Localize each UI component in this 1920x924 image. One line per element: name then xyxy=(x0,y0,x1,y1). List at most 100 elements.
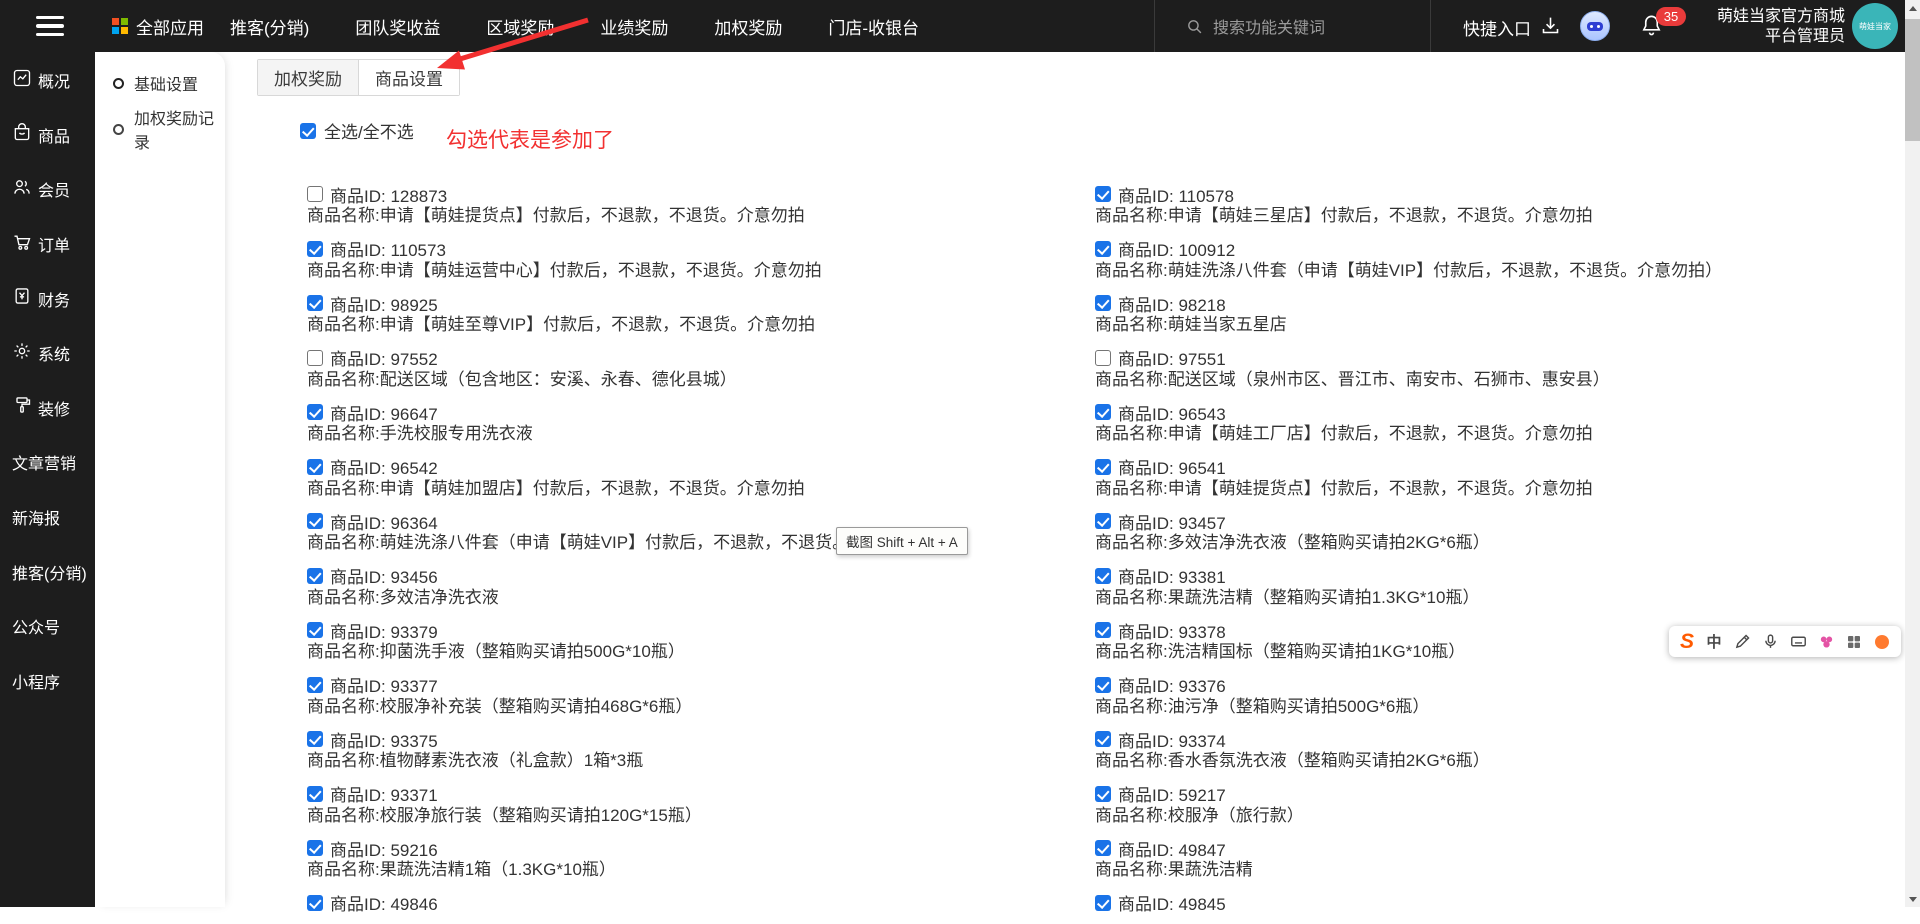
product-checkbox[interactable] xyxy=(307,350,323,366)
grid-icon[interactable] xyxy=(1845,632,1863,652)
sogou-logo-icon[interactable]: S xyxy=(1679,632,1695,652)
product-checkbox[interactable] xyxy=(1095,677,1111,693)
product-checkbox[interactable] xyxy=(1095,459,1111,475)
nav-tuike-distribution[interactable]: 推客(分销) xyxy=(230,14,309,39)
nav-team-reward[interactable]: 团队奖收益 xyxy=(355,14,440,39)
settings-dot-icon[interactable] xyxy=(1873,632,1891,652)
vertical-scrollbar[interactable] xyxy=(1905,0,1920,907)
product-checkbox[interactable] xyxy=(1095,622,1111,638)
product-item: 商品ID: 93457商品名称:多效洁净洗衣液（整箱购买请拍2KG*6瓶） xyxy=(1095,510,1722,554)
subsidebar-item-basic-settings[interactable]: 基础设置 xyxy=(95,60,225,106)
scrollbar-thumb[interactable] xyxy=(1905,19,1920,141)
product-checkbox[interactable] xyxy=(1095,350,1111,366)
chinese-mode-icon[interactable]: 中 xyxy=(1705,632,1723,652)
product-checkbox[interactable] xyxy=(307,459,323,475)
subsidebar-item-weighted-reward-records[interactable]: 加权奖励记录 xyxy=(95,106,225,152)
product-checkbox[interactable] xyxy=(1095,731,1111,747)
product-item: 商品ID: 49845 xyxy=(1095,892,1722,914)
product-checkbox[interactable] xyxy=(307,677,323,693)
sidebar-item-distribution[interactable]: 推客(分销) xyxy=(0,544,95,599)
product-id-text: 商品ID: 59217 xyxy=(1118,781,1226,806)
product-name-text: 商品名称:香水香氛洗衣液（整箱购买请拍2KG*6瓶） xyxy=(1095,750,1722,772)
product-name-text: 商品名称:配送区域（泉州市区、晋江市、南安市、石狮市、惠安县） xyxy=(1095,369,1722,391)
product-checkbox[interactable] xyxy=(1095,513,1111,529)
sidebar-item-new-poster[interactable]: 新海报 xyxy=(0,490,95,545)
nav-all-apps-label: 全部应用 xyxy=(136,14,204,39)
sidebar-item-label: 商品 xyxy=(38,123,70,147)
product-checkbox[interactable] xyxy=(1095,840,1111,856)
product-checkbox[interactable] xyxy=(307,295,323,311)
product-checkbox[interactable] xyxy=(1095,241,1111,257)
assistant-robot-icon[interactable] xyxy=(1580,11,1610,41)
sidebar-item-decorate[interactable]: 装修 xyxy=(0,381,95,436)
product-id-row: 商品ID: 59216 xyxy=(307,837,1095,859)
finance-icon xyxy=(12,286,32,311)
scroll-up-arrow[interactable] xyxy=(1905,0,1920,16)
sidebar-item-official-account[interactable]: 公众号 xyxy=(0,599,95,654)
download-icon[interactable] xyxy=(1540,15,1561,36)
product-id-row: 商品ID: 96543 xyxy=(1095,401,1722,423)
petal-icon[interactable] xyxy=(1817,632,1835,652)
account-info: 萌娃当家官方商城 平台管理员 xyxy=(1690,7,1845,47)
sidebar-item-overview[interactable]: 概况 xyxy=(0,53,95,108)
nav-weighted-reward[interactable]: 加权奖励 xyxy=(714,14,782,39)
tab-goods-settings[interactable]: 商品设置 xyxy=(359,60,459,95)
mic-icon[interactable] xyxy=(1761,632,1779,652)
product-checkbox[interactable] xyxy=(1095,295,1111,311)
gear-icon xyxy=(12,341,32,366)
product-id-text: 商品ID: 97551 xyxy=(1118,345,1226,370)
product-item: 商品ID: 93378商品名称:洗洁精国标（整箱购买请拍1KG*10瓶） xyxy=(1095,619,1722,663)
sidebar-item-members[interactable]: 会员 xyxy=(0,162,95,217)
select-all-checkbox[interactable] xyxy=(300,123,316,139)
product-item: 商品ID: 96364商品名称:萌娃洗涤八件套（申请【萌娃VIP】付款后，不退款… xyxy=(307,510,1095,554)
sidebar-item-goods[interactable]: 商品 xyxy=(0,108,95,163)
quick-entry-link[interactable]: 快捷入口 xyxy=(1463,15,1531,40)
product-id-text: 商品ID: 93375 xyxy=(330,727,438,752)
nav-all-apps[interactable]: 全部应用 xyxy=(112,0,204,52)
product-name-text: 商品名称:手洗校服专用洗衣液 xyxy=(307,423,1095,445)
sidebar-item-article-marketing[interactable]: 文章营销 xyxy=(0,435,95,490)
product-name-text: 商品名称:抑菌洗手液（整箱购买请拍500G*10瓶） xyxy=(307,641,1095,663)
product-item: 商品ID: 110578商品名称:申请【萌娃三星店】付款后，不退款，不退货。介意… xyxy=(1095,183,1722,227)
product-grid: 商品ID: 128873商品名称:申请【萌娃提货点】付款后，不退款，不退货。介意… xyxy=(307,183,1722,924)
product-checkbox[interactable] xyxy=(307,895,323,911)
product-checkbox[interactable] xyxy=(307,622,323,638)
hamburger-menu-icon[interactable] xyxy=(36,16,64,36)
product-checkbox[interactable] xyxy=(1095,568,1111,584)
product-item: 商品ID: 93456商品名称:多效洁净洗衣液 xyxy=(307,565,1095,609)
scroll-down-arrow[interactable] xyxy=(1905,891,1920,907)
sidebar-item-finance[interactable]: 财务 xyxy=(0,271,95,326)
avatar[interactable]: 萌娃当家 xyxy=(1852,3,1898,49)
product-item: 商品ID: 97552商品名称:配送区域（包含地区：安溪、永春、德化县城） xyxy=(307,347,1095,391)
product-id-row: 商品ID: 93371 xyxy=(307,783,1095,805)
product-checkbox[interactable] xyxy=(1095,404,1111,420)
product-item: 商品ID: 93375商品名称:植物酵素洗衣液（礼盒款）1箱*3瓶 xyxy=(307,728,1095,772)
nav-store-cashier[interactable]: 门店-收银台 xyxy=(828,14,919,39)
search-input[interactable]: 搜索功能关键词 xyxy=(1186,0,1325,52)
product-item: 商品ID: 98925商品名称:申请【萌娃至尊VIP】付款后，不退款，不退货。介… xyxy=(307,292,1095,336)
product-checkbox[interactable] xyxy=(307,786,323,802)
product-checkbox[interactable] xyxy=(307,513,323,529)
sidebar-item-mini-program[interactable]: 小程序 xyxy=(0,654,95,709)
nav-region-reward[interactable]: 区域奖励 xyxy=(486,14,554,39)
product-checkbox[interactable] xyxy=(1095,186,1111,202)
product-id-row: 商品ID: 98925 xyxy=(307,292,1095,314)
product-id-row: 商品ID: 98218 xyxy=(1095,292,1722,314)
sidebar-item-system[interactable]: 系统 xyxy=(0,326,95,381)
pen-icon[interactable] xyxy=(1733,632,1751,652)
product-column-right: 商品ID: 110578商品名称:申请【萌娃三星店】付款后，不退款，不退货。介意… xyxy=(1095,183,1722,924)
product-checkbox[interactable] xyxy=(307,186,323,202)
product-checkbox[interactable] xyxy=(1095,786,1111,802)
product-id-text: 商品ID: 93377 xyxy=(330,672,438,697)
product-checkbox[interactable] xyxy=(1095,895,1111,911)
product-checkbox[interactable] xyxy=(307,404,323,420)
product-checkbox[interactable] xyxy=(307,568,323,584)
sidebar-item-orders[interactable]: 订单 xyxy=(0,217,95,272)
keyboard-icon[interactable] xyxy=(1789,632,1807,652)
nav-performance-reward[interactable]: 业绩奖励 xyxy=(600,14,668,39)
product-checkbox[interactable] xyxy=(307,241,323,257)
tab-weighted-reward[interactable]: 加权奖励 xyxy=(258,60,359,95)
product-item: 商品ID: 100912商品名称:萌娃洗涤八件套（申请【萌娃VIP】付款后，不退… xyxy=(1095,238,1722,282)
product-checkbox[interactable] xyxy=(307,731,323,747)
product-checkbox[interactable] xyxy=(307,840,323,856)
